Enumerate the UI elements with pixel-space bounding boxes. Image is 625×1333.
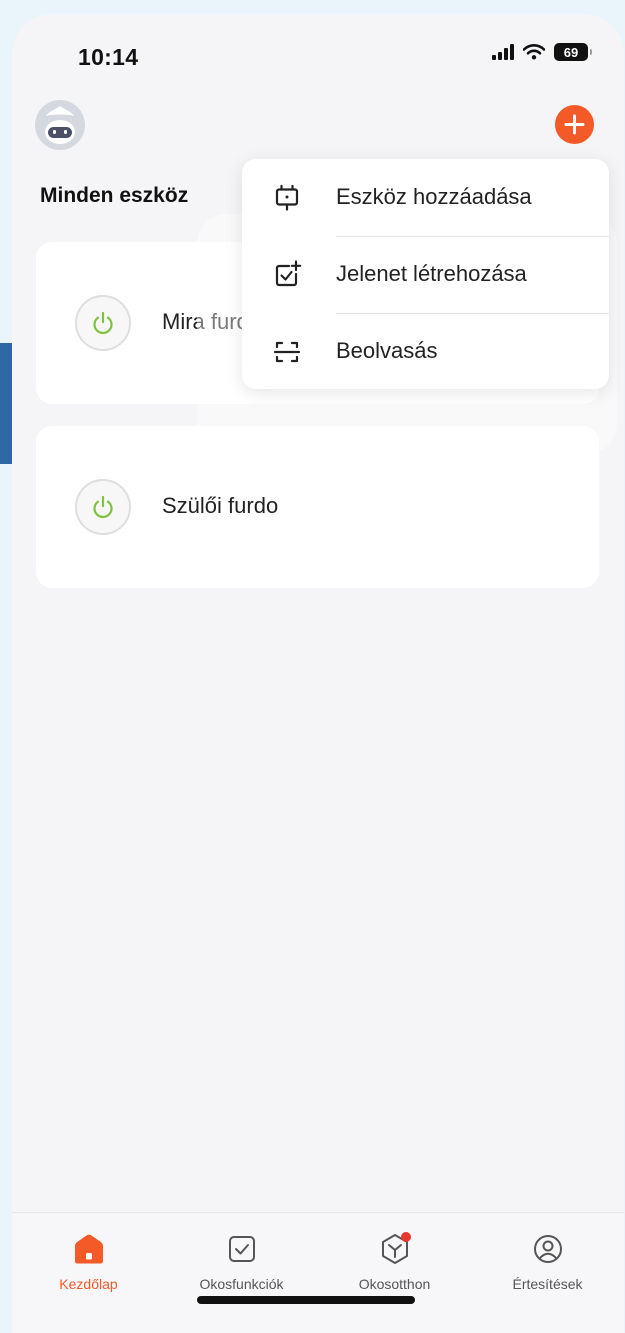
tab-notifications[interactable]: Értesítések — [471, 1213, 624, 1313]
battery-icon: 69 — [554, 43, 592, 61]
signal-icon — [492, 44, 514, 60]
status-time: 10:14 — [78, 44, 139, 70]
battery-level: 69 — [563, 44, 579, 60]
page-title: Minden eszköz — [40, 184, 189, 207]
power-button[interactable] — [75, 295, 131, 351]
power-icon — [93, 495, 113, 519]
device-name: Szülői furdo — [162, 493, 279, 518]
menu-item-label: Eszköz hozzáadása — [336, 184, 532, 209]
scan-icon — [273, 341, 301, 363]
status-bar: 10:14 69 — [12, 14, 624, 94]
home-icon — [75, 1234, 103, 1264]
add-device-icon — [275, 184, 299, 211]
smart-home-icon — [382, 1232, 411, 1264]
create-scene-icon — [275, 260, 302, 287]
menu-item-create-scene[interactable]: Jelenet létrehozása — [242, 236, 609, 313]
side-tab — [0, 343, 12, 464]
power-icon — [93, 311, 113, 335]
tab-home[interactable]: Kezdőlap — [12, 1213, 165, 1313]
tab-label: Kezdőlap — [59, 1276, 118, 1292]
wifi-icon — [523, 44, 545, 60]
robot-avatar-icon — [45, 106, 75, 144]
phone-screen: 10:14 69 Minden eszköz Mira furdo Szülői… — [12, 14, 624, 1333]
add-button[interactable] — [555, 105, 594, 144]
avatar[interactable] — [35, 100, 85, 150]
smart-functions-icon — [229, 1236, 255, 1262]
power-button[interactable] — [75, 479, 131, 535]
tab-label: Értesítések — [512, 1276, 583, 1292]
menu-item-label: Beolvasás — [336, 338, 438, 363]
menu-item-add-device[interactable]: Eszköz hozzáadása — [242, 159, 609, 236]
tab-label: Okosfunkciók — [199, 1276, 284, 1292]
home-indicator[interactable] — [197, 1296, 415, 1304]
add-dropdown-menu: Eszköz hozzáadása Jelenet létrehozása Be… — [242, 159, 609, 389]
profile-icon — [534, 1235, 562, 1263]
tab-bar: Kezdőlap Okosfunkciók Okosotthon Értesít… — [12, 1212, 624, 1333]
plus-icon — [564, 114, 585, 135]
menu-item-scan[interactable]: Beolvasás — [242, 313, 609, 390]
menu-item-label: Jelenet létrehozása — [336, 261, 527, 286]
tab-label: Okosotthon — [358, 1276, 431, 1292]
status-icons: 69 — [492, 43, 592, 61]
